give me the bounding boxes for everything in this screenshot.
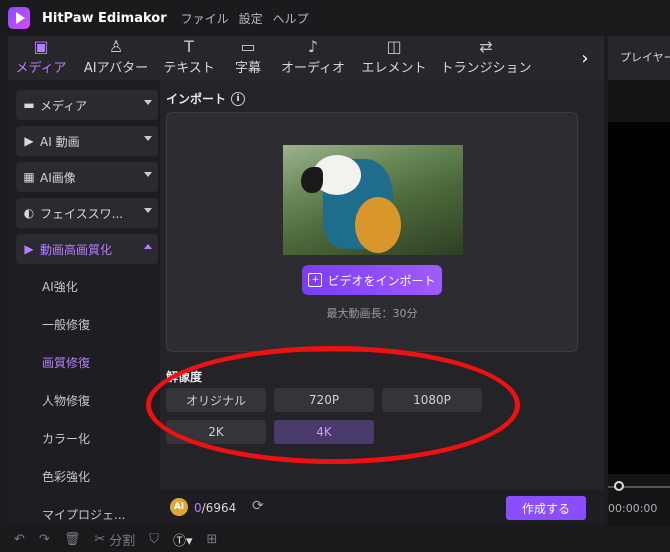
import-dropzone[interactable]: + ビデオをインポート 最大動画長：30分 — [166, 112, 578, 352]
import-title: インポート — [166, 92, 227, 106]
sidebar-item-enhance[interactable]: ▶ 動画高画質化 — [16, 234, 158, 264]
menu-help[interactable]: ヘルプ — [273, 10, 309, 27]
tab-label: テキスト — [163, 61, 215, 76]
text-icon: T — [184, 37, 194, 56]
sidebar-item-media[interactable]: ▬ メディア — [16, 90, 158, 120]
tab-text[interactable]: T テキスト — [158, 37, 220, 80]
tab-audio[interactable]: ♪ オーディオ — [276, 37, 350, 80]
import-plus-icon: + — [308, 273, 323, 287]
parrot-beak — [301, 167, 323, 193]
chevron-down-icon — [144, 208, 152, 213]
sidebar-item-ai-image[interactable]: ▦ AI画像 — [16, 162, 158, 192]
tab-subtitle[interactable]: ▭ 字幕 — [220, 37, 276, 80]
menu-file[interactable]: ファイル — [181, 10, 229, 27]
sidebar-sub-colorize[interactable]: カラー化 — [42, 430, 90, 447]
face-swap-icon: ◐ — [23, 206, 35, 220]
generate-bar: AI 0/6964 ⟳ 作成する — [160, 490, 604, 526]
media-icon: ▣ — [33, 37, 49, 56]
delete-icon[interactable]: 🗑 — [64, 532, 81, 547]
import-button-label: ビデオをインポート — [327, 273, 436, 288]
tab-transition[interactable]: ⇄ トランジション — [438, 37, 534, 80]
chevron-up-icon — [144, 244, 152, 249]
ai-video-icon: ▶ — [24, 134, 34, 148]
ai-image-icon: ▦ — [23, 170, 35, 184]
split-label[interactable]: 分割 — [109, 530, 135, 549]
chevron-down-icon — [144, 172, 152, 177]
title-bar: HitPaw Edimakor ファイル 設定 ヘルプ — [0, 0, 670, 36]
sidebar-sub-quality-repair[interactable]: 画質修復 — [42, 354, 90, 371]
sidebar: ▬ メディア ▶ AI 動画 ▦ AI画像 ◐ フェイススワ... ▶ 動画高画… — [8, 80, 158, 526]
marker-icon[interactable]: ⛉ — [149, 532, 159, 547]
info-icon[interactable]: i — [231, 91, 246, 106]
sidebar-sub-general-repair[interactable]: 一般修復 — [42, 316, 90, 333]
ai-avatar-icon: ♙ — [108, 37, 124, 56]
sidebar-sub-my-projects[interactable]: マイプロジェ... — [42, 506, 125, 523]
subtitle-icon: ▭ — [240, 37, 256, 56]
sidebar-item-ai-video[interactable]: ▶ AI 動画 — [16, 126, 158, 156]
menu-bar: ファイル 設定 ヘルプ — [181, 10, 309, 27]
scissors-icon[interactable]: ✂ — [94, 532, 105, 547]
red-annotation-circle — [146, 346, 520, 464]
sidebar-sub-color-enhance[interactable]: 色彩強化 — [42, 468, 90, 485]
create-button[interactable]: 作成する — [506, 496, 586, 520]
chevron-right-icon: › — [581, 47, 589, 69]
max-length-text: 最大動画長：30分 — [326, 307, 418, 320]
credits-total: /6964 — [201, 501, 237, 515]
chevron-down-icon — [144, 136, 152, 141]
player-tab[interactable]: プレイヤー — [608, 36, 670, 80]
import-heading: インポート i — [166, 90, 246, 107]
preview-screen — [608, 122, 670, 474]
credit-count: 0/6964 — [194, 501, 236, 515]
tab-label: エレメント — [361, 61, 427, 76]
tab-media[interactable]: ▣ メディア — [8, 37, 74, 80]
text-tool-icon[interactable]: Ⓣ▾ — [173, 530, 193, 549]
timeline-toolbar: ↶ ↷ 🗑 ✂ 分割 ⛉ Ⓣ▾ ⊞ — [0, 526, 670, 552]
playback-slider[interactable] — [608, 481, 670, 491]
import-video-button[interactable]: + ビデオをインポート — [302, 265, 442, 295]
main-toolbar: ▣ メディア ♙ AIアバター T テキスト ▭ 字幕 ♪ オーディオ ◫ エレ… — [8, 36, 604, 80]
sidebar-item-label: AI画像 — [40, 170, 76, 185]
toolbar-next-button[interactable]: › — [574, 36, 596, 80]
refresh-icon[interactable]: ⟳ — [252, 498, 264, 514]
sidebar-sub-portrait-repair[interactable]: 人物修復 — [42, 392, 90, 409]
element-icon: ◫ — [386, 37, 402, 56]
transition-icon: ⇄ — [479, 37, 493, 56]
sidebar-item-label: 動画高画質化 — [40, 242, 113, 257]
tab-ai-avatar[interactable]: ♙ AIアバター — [74, 37, 158, 80]
tab-label: 字幕 — [234, 61, 261, 76]
audio-icon: ♪ — [307, 37, 319, 56]
credits-used: 0 — [194, 501, 202, 515]
chevron-down-icon — [144, 100, 152, 105]
sidebar-sub-ai-enhance[interactable]: AI強化 — [42, 278, 78, 295]
tab-label: AIアバター — [83, 61, 149, 76]
tab-element[interactable]: ◫ エレメント — [350, 37, 438, 80]
redo-icon[interactable]: ↷ — [39, 532, 50, 547]
menu-settings[interactable]: 設定 — [239, 10, 263, 27]
sidebar-item-label: AI 動画 — [40, 134, 80, 149]
sidebar-item-label: メディア — [40, 98, 88, 113]
undo-icon[interactable]: ↶ — [14, 532, 25, 547]
sidebar-item-face-swap[interactable]: ◐ フェイススワ... — [16, 198, 158, 228]
tab-label: トランジション — [440, 61, 532, 76]
tab-label: メディア — [15, 61, 67, 76]
playback-knob[interactable] — [614, 481, 624, 491]
parrot-chest — [355, 197, 401, 253]
playback-time: 00:00:00 — [608, 502, 658, 515]
tab-label: オーディオ — [280, 61, 346, 76]
app-name: HitPaw Edimakor — [42, 10, 167, 26]
add-icon[interactable]: ⊞ — [207, 532, 218, 547]
sidebar-item-label: フェイススワ... — [40, 206, 124, 221]
ai-credit-icon: AI — [170, 498, 188, 516]
folder-icon: ▬ — [23, 98, 35, 112]
app-logo-icon — [8, 7, 30, 29]
preview-panel: プレイヤー 00:00:00 — [608, 36, 670, 526]
enhance-icon: ▶ — [24, 242, 34, 256]
sample-thumbnail — [283, 145, 463, 255]
